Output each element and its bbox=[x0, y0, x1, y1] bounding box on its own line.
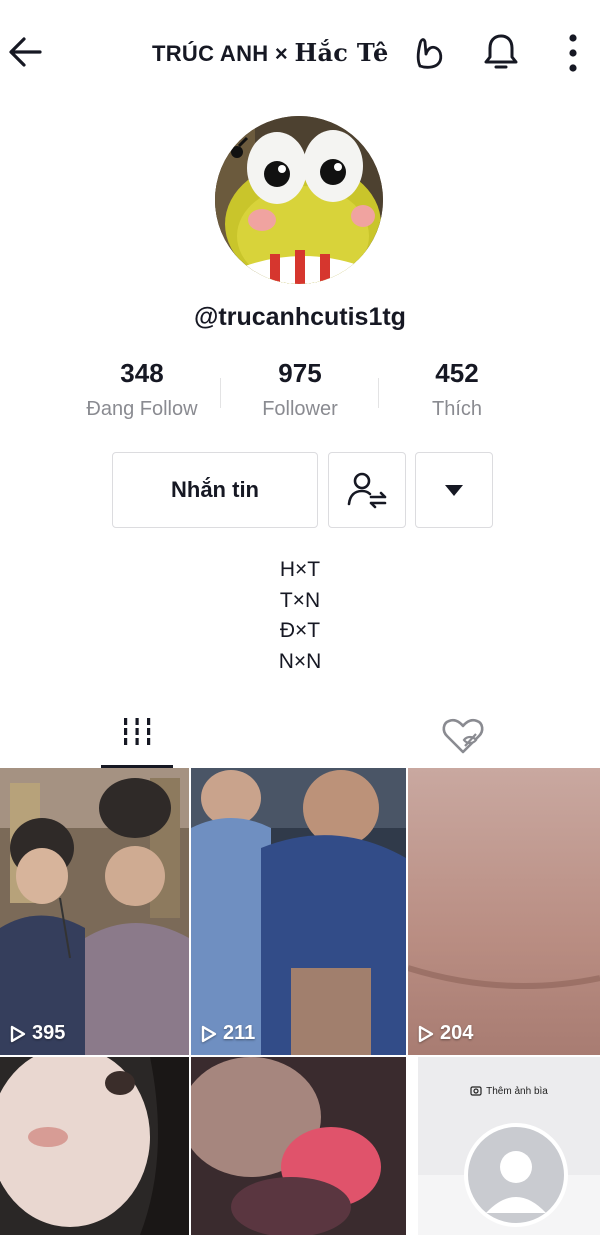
view-count: 211 bbox=[201, 1022, 255, 1045]
video-thumbnail-image bbox=[191, 768, 406, 1055]
notification-button[interactable] bbox=[482, 32, 520, 72]
play-icon bbox=[201, 1025, 217, 1042]
caret-down-icon bbox=[445, 485, 463, 496]
suggested-accounts-button[interactable] bbox=[415, 452, 493, 528]
video-thumbnail-image bbox=[0, 1057, 189, 1235]
profile-title: TRÚC ANH × Hắc Tê bbox=[152, 38, 389, 67]
add-cover-cell[interactable]: Thêm ảnh bìa bbox=[418, 1057, 600, 1235]
stat-following[interactable]: 348 Đang Follow bbox=[52, 356, 232, 421]
username: @trucanhcutis1tg bbox=[194, 303, 406, 331]
stat-likes[interactable]: 452 Thích bbox=[367, 356, 547, 421]
stats-row: 348 Đang Follow 975 Follower 452 Thích bbox=[0, 356, 600, 436]
title-name-1: TRÚC ANH bbox=[152, 41, 269, 66]
video-grid: 395 211 204 Thêm ảnh bìa bbox=[0, 768, 600, 1235]
likes-count: 452 bbox=[435, 358, 479, 388]
top-bar: TRÚC ANH × Hắc Tê bbox=[0, 0, 600, 106]
hand-gesture-icon bbox=[416, 38, 443, 69]
title-name-2: Hắc Tê bbox=[294, 38, 389, 67]
grid-icon bbox=[124, 718, 151, 745]
view-count-text: 204 bbox=[440, 1022, 474, 1044]
bio-line: H×T bbox=[279, 558, 321, 581]
followers-label: Follower bbox=[262, 398, 338, 420]
content-tabs bbox=[0, 706, 600, 768]
video-thumbnail-image bbox=[191, 1057, 406, 1235]
play-icon bbox=[418, 1025, 434, 1042]
add-cover-text: Thêm ảnh bìa bbox=[486, 1085, 548, 1097]
more-options-button[interactable] bbox=[558, 32, 588, 74]
heart-hidden-icon bbox=[442, 718, 484, 754]
view-count: 204 bbox=[418, 1022, 473, 1045]
avatar[interactable] bbox=[215, 116, 383, 284]
video-thumbnail[interactable]: 211 bbox=[191, 768, 406, 1055]
view-count: 395 bbox=[10, 1022, 65, 1045]
default-avatar-icon bbox=[464, 1123, 568, 1227]
back-button[interactable] bbox=[6, 32, 46, 72]
play-icon bbox=[10, 1025, 26, 1042]
bio-line: T×N bbox=[279, 588, 321, 612]
following-label: Đang Follow bbox=[86, 398, 198, 420]
add-cover-label[interactable]: Thêm ảnh bìa bbox=[418, 1085, 600, 1097]
bell-icon bbox=[484, 34, 518, 69]
message-button[interactable]: Nhắn tin bbox=[112, 452, 318, 528]
bio-line: N×N bbox=[278, 649, 322, 673]
video-thumbnail[interactable] bbox=[0, 1057, 189, 1235]
camera-icon bbox=[470, 1086, 482, 1096]
bio-line: Đ×T bbox=[279, 619, 321, 642]
view-count-text: 395 bbox=[32, 1022, 66, 1044]
video-thumbnail-image bbox=[408, 768, 600, 1055]
vertical-dots-icon bbox=[569, 34, 577, 72]
video-thumbnail[interactable]: 395 bbox=[0, 768, 189, 1055]
tab-videos[interactable] bbox=[100, 706, 174, 768]
follow-status-button[interactable] bbox=[328, 452, 406, 528]
video-thumbnail[interactable]: 204 bbox=[408, 768, 600, 1055]
video-thumbnail-image bbox=[0, 768, 189, 1055]
followers-count: 975 bbox=[278, 358, 322, 388]
tab-liked-videos[interactable] bbox=[438, 712, 488, 762]
likes-label: Thích bbox=[431, 398, 483, 420]
frog-avatar-image bbox=[215, 116, 383, 284]
arrow-left-icon bbox=[9, 37, 42, 67]
view-count-text: 211 bbox=[223, 1022, 256, 1044]
user-swap-icon bbox=[347, 472, 387, 509]
following-count: 348 bbox=[120, 358, 164, 388]
title-separator: × bbox=[274, 41, 289, 66]
video-thumbnail[interactable] bbox=[191, 1057, 406, 1235]
bio: H×T T×N Đ×T N×N bbox=[0, 555, 600, 677]
stat-followers[interactable]: 975 Follower bbox=[210, 356, 390, 421]
